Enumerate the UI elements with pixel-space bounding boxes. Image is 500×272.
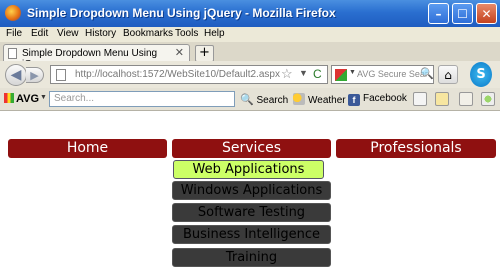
menu-edit[interactable]: Edit — [31, 28, 48, 39]
menu-view[interactable]: View — [57, 28, 79, 39]
weather-icon — [293, 93, 305, 105]
weather-label: Weather — [308, 95, 346, 106]
engine-dropdown-icon[interactable]: ▼ — [349, 69, 356, 76]
minimize-button[interactable]: – — [428, 3, 449, 24]
tab-bar: Simple Dropdown Menu Using jQuery ✕ + — [0, 42, 500, 70]
avg-search-placeholder: Search... — [54, 93, 95, 104]
url-text: http://localhost:1572/WebSite10/Default2… — [75, 69, 280, 80]
menu-bookmarks[interactable]: Bookmarks — [123, 28, 173, 39]
menu-item-services[interactable]: Services — [172, 139, 331, 158]
menu-help[interactable]: Help — [204, 28, 225, 39]
calculator-icon[interactable] — [413, 92, 427, 106]
menu-file[interactable]: File — [6, 28, 22, 39]
menu-item-home[interactable]: Home — [8, 139, 167, 158]
address-bar[interactable]: http://localhost:1572/WebSite10/Default2… — [50, 65, 328, 84]
menu-bar: File Edit View History Bookmarks Tools H… — [0, 27, 500, 42]
bookmark-star-icon[interactable]: ☆ — [281, 66, 293, 82]
avg-search-input[interactable]: Search... — [49, 91, 235, 107]
back-button[interactable]: ◀ — [5, 64, 27, 86]
search-bar[interactable]: ▼ AVG Secure Sear 🔍 — [331, 65, 434, 84]
facebook-button[interactable]: f Facebook — [348, 93, 407, 106]
close-window-button[interactable]: ✕ — [476, 3, 497, 24]
submenu-item-software-testing[interactable]: Software Testing — [172, 203, 331, 222]
submenu-item-business-intelligence[interactable]: Business Intelligence — [172, 225, 331, 244]
home-button[interactable]: ⌂ — [438, 65, 458, 84]
avg-dropdown-icon[interactable]: ▼ — [40, 94, 47, 101]
menu-tools[interactable]: Tools — [175, 28, 198, 39]
submenu-item-training[interactable]: Training — [172, 248, 331, 267]
avg-logo[interactable]: AVG — [4, 93, 39, 105]
search-placeholder: AVG Secure Sear — [357, 69, 428, 79]
forward-button[interactable]: ▶ — [26, 67, 44, 83]
window-title: Simple Dropdown Menu Using jQuery - Mozi… — [27, 6, 336, 20]
menu-history[interactable]: History — [85, 28, 116, 39]
facebook-icon: f — [348, 94, 360, 106]
tab-close-icon[interactable]: ✕ — [175, 46, 184, 59]
page-icon — [8, 48, 17, 59]
edit-icon[interactable] — [459, 92, 473, 106]
reload-icon[interactable]: C — [313, 67, 322, 81]
avg-toolbar: AVG ▼ Search... 🔍 Search Weather f Facebo… — [0, 88, 500, 111]
search-engine-icon[interactable] — [335, 69, 347, 81]
facebook-label: Facebook — [363, 93, 407, 104]
submenu-item-windows-applications[interactable]: Windows Applications — [172, 181, 331, 200]
tab-current[interactable]: Simple Dropdown Menu Using jQuery ✕ — [3, 44, 190, 70]
search-icon[interactable]: 🔍 — [420, 67, 434, 80]
menu-item-professionals[interactable]: Professionals — [336, 139, 496, 158]
avg-search-label: Search — [256, 95, 289, 106]
skype-icon[interactable]: S — [470, 62, 492, 87]
navigation-bar: ◀ ▶ http://localhost:1572/WebSite10/Defa… — [0, 61, 500, 88]
history-dropdown-icon[interactable]: ▼ — [299, 68, 308, 78]
window-titlebar: Simple Dropdown Menu Using jQuery - Mozi… — [0, 0, 500, 27]
avg-logo-icon — [4, 93, 14, 103]
weather-button[interactable]: Weather — [293, 93, 346, 106]
new-tab-button[interactable]: + — [195, 45, 214, 62]
avg-logo-text: AVG — [16, 93, 40, 105]
search-icon: 🔍 — [240, 94, 254, 106]
page-icon — [56, 69, 66, 81]
avg-search-button[interactable]: 🔍 Search — [240, 93, 288, 106]
submenu-item-web-applications[interactable]: Web Applications — [173, 160, 324, 179]
firefox-icon — [5, 5, 21, 21]
notes-icon[interactable] — [435, 92, 449, 106]
page-content: Home Services Professionals Web Applicat… — [0, 111, 500, 272]
maximize-button[interactable]: ☐ — [452, 3, 473, 24]
avg-status-icon[interactable] — [481, 92, 495, 106]
